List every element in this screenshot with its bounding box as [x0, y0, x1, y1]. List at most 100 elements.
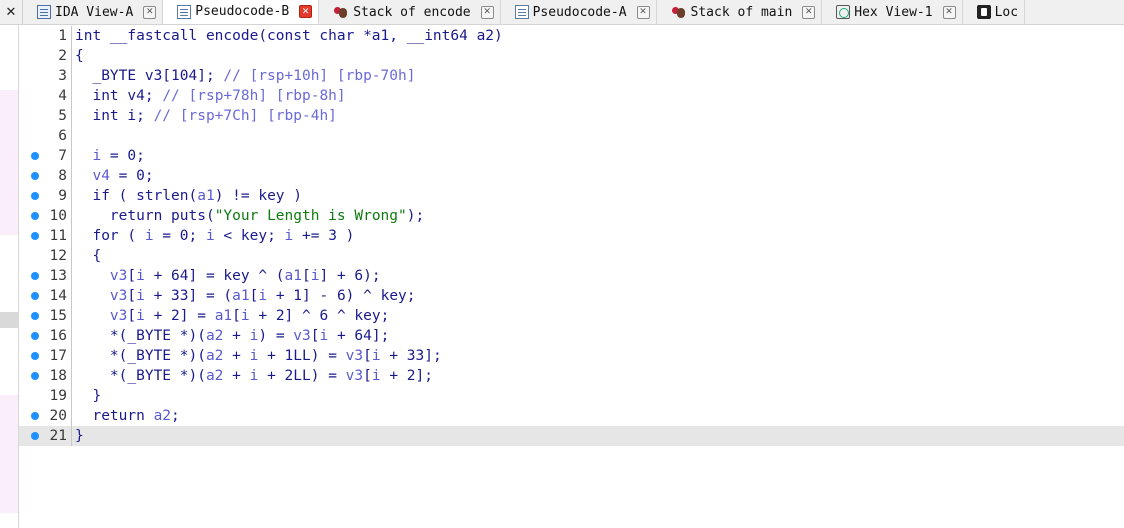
code-token: *(_BYTE *)(: [75, 368, 206, 384]
code-text: return puts("Your Length is Wrong");: [75, 206, 424, 226]
breakpoint-dot-icon[interactable]: [31, 172, 39, 180]
close-icon[interactable]: ✕: [143, 5, 157, 19]
tab-list: IDA View-A ✕ Pseudocode-B ✕ Stack of encode ✕…: [23, 0, 1026, 24]
gutter-separator: [71, 326, 72, 346]
breakpoint-dot-icon[interactable]: [31, 372, 39, 380]
gutter-separator: [71, 106, 72, 126]
code-token: [: [127, 268, 137, 284]
line-number: 5: [58, 108, 67, 124]
close-icon[interactable]: ✕: [299, 5, 313, 18]
gutter-separator: [71, 246, 72, 266]
line-number: 8: [58, 168, 67, 184]
code-line[interactable]: 17 *(_BYTE *)(a2 + i + 1LL) = v3[i + 33]…: [19, 346, 1124, 366]
breakpoint-dot-icon[interactable]: [31, 292, 39, 300]
close-icon[interactable]: ✕: [802, 5, 816, 19]
ida-view-icon: [37, 5, 51, 19]
code-token: = 0;: [153, 228, 206, 244]
pseudocode-icon: [514, 5, 529, 19]
code-line[interactable]: 1 int __fastcall encode(const char *a1, _…: [19, 26, 1124, 46]
code-token: [: [232, 308, 241, 324]
tab-label: Stack of main: [690, 4, 793, 20]
code-line[interactable]: 20 return a2;: [19, 406, 1124, 426]
code-token: return puts(: [75, 208, 215, 224]
gutter-separator: [71, 126, 72, 146]
line-number: 16: [49, 328, 67, 344]
breakpoint-dot-icon[interactable]: [31, 352, 39, 360]
tab-pseudocode-a[interactable]: Pseudocode-A ✕: [500, 0, 657, 24]
breakpoint-dot-icon[interactable]: [31, 192, 39, 200]
code-line[interactable]: 21}: [19, 426, 1124, 446]
code-line[interactable]: 2{: [19, 46, 1124, 66]
code-line[interactable]: 19 }: [19, 386, 1124, 406]
code-line[interactable]: 11 for ( i = 0; i < key; i += 3 ): [19, 226, 1124, 246]
code-token: *(_BYTE *)(: [75, 348, 206, 364]
code-line[interactable]: 8 v4 = 0;: [19, 166, 1124, 186]
code-text: int i; // [rsp+7Ch] [rbp-4h]: [75, 106, 336, 126]
code-line[interactable]: 13 v3[i + 64] = key ^ (a1[i] + 6);: [19, 266, 1124, 286]
gutter-separator: [71, 206, 72, 226]
tab-stack-of-main[interactable]: Stack of main ✕: [656, 0, 823, 24]
code-text: v3[i + 33] = (a1[i + 1] - 6) ^ key;: [75, 286, 416, 306]
code-line[interactable]: 3 _BYTE v3[104]; // [rsp+10h] [rbp-70h]: [19, 66, 1124, 86]
line-number: 1: [58, 28, 67, 44]
code-line[interactable]: 18 *(_BYTE *)(a2 + i + 2LL) = v3[i + 2];: [19, 366, 1124, 386]
breakpoint-dot-icon[interactable]: [31, 412, 39, 420]
code-line[interactable]: 7 i = 0;: [19, 146, 1124, 166]
code-line[interactable]: 12 {: [19, 246, 1124, 266]
breakpoint-dot-icon[interactable]: [31, 312, 39, 320]
code-token: ) =: [258, 328, 294, 344]
code-token: v4: [75, 168, 110, 184]
breakpoint-dot-icon[interactable]: [31, 152, 39, 160]
code-line[interactable]: 15 v3[i + 2] = a1[i + 2] ^ 6 ^ key;: [19, 306, 1124, 326]
code-token: *(_BYTE *)(: [75, 328, 206, 344]
code-text: if ( strlen(a1) != key ): [75, 186, 302, 206]
code-token: + 33] = (: [144, 288, 233, 304]
pseudocode-view[interactable]: 1 int __fastcall encode(const char *a1, _…: [19, 25, 1124, 528]
code-token: a1: [197, 188, 215, 204]
code-line[interactable]: 10 return puts("Your Length is Wrong");: [19, 206, 1124, 226]
close-icon[interactable]: ✕: [480, 5, 494, 19]
code-token: a2: [205, 368, 224, 384]
code-token: v3: [75, 268, 128, 284]
tab-stack-of-encode[interactable]: Stack of encode ✕: [319, 0, 501, 24]
code-line[interactable]: 6: [19, 126, 1124, 146]
breakpoint-dot-icon[interactable]: [31, 272, 39, 280]
code-token: v3: [345, 368, 364, 384]
code-text: v3[i + 2] = a1[i + 2] ^ 6 ^ key;: [75, 306, 389, 326]
breakpoint-dot-icon[interactable]: [31, 332, 39, 340]
line-number: 11: [49, 228, 67, 244]
breakpoint-dot-icon[interactable]: [31, 232, 39, 240]
tab-hex-view-1[interactable]: Hex View-1 ✕: [822, 0, 963, 24]
code-text: *(_BYTE *)(a2 + i) = v3[i + 64];: [75, 326, 389, 346]
breakpoint-dot-icon[interactable]: [31, 432, 39, 440]
close-icon[interactable]: ✕: [0, 0, 23, 24]
code-token: }: [75, 428, 84, 444]
code-line[interactable]: 16 *(_BYTE *)(a2 + i) = v3[i + 64];: [19, 326, 1124, 346]
close-icon[interactable]: ✕: [636, 5, 650, 19]
code-token: < key;: [214, 228, 285, 244]
code-token: i: [75, 148, 102, 164]
breakpoint-dot-icon[interactable]: [31, 212, 39, 220]
gutter-highlight: [0, 395, 18, 513]
tab-ida-view-a[interactable]: IDA View-A ✕: [23, 0, 164, 24]
code-text: v3[i + 64] = key ^ (a1[i] + 6);: [75, 266, 381, 286]
gutter-separator: [71, 346, 72, 366]
code-token: [: [127, 288, 137, 304]
code-line[interactable]: 4 int v4; // [rsp+78h] [rbp-8h]: [19, 86, 1124, 106]
gutter-separator: [71, 266, 72, 286]
code-line[interactable]: 14 v3[i + 33] = (a1[i + 1] - 6) ^ key;: [19, 286, 1124, 306]
code-line[interactable]: 5 int i; // [rsp+7Ch] [rbp-4h]: [19, 106, 1124, 126]
tab-loc[interactable]: Loc: [962, 0, 1026, 24]
code-token: i: [319, 328, 329, 344]
gutter-separator: [71, 386, 72, 406]
code-token: a2: [153, 408, 172, 424]
code-token: [: [363, 368, 372, 384]
tab-pseudocode-b[interactable]: Pseudocode-B ✕: [163, 0, 320, 24]
gutter-separator: [71, 366, 72, 386]
pseudocode-icon: [177, 4, 192, 19]
gutter-separator: [71, 286, 72, 306]
close-icon[interactable]: ✕: [942, 5, 956, 19]
code-token: v3: [293, 328, 311, 344]
line-number: 4: [58, 88, 67, 104]
code-line[interactable]: 9 if ( strlen(a1) != key ): [19, 186, 1124, 206]
